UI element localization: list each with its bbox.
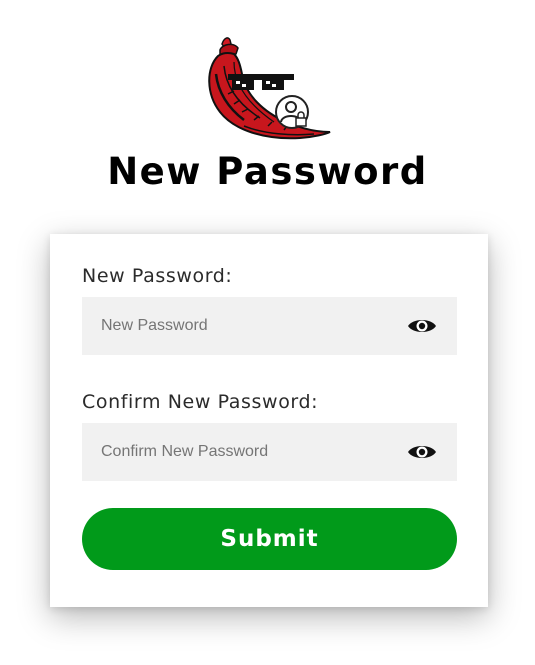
eye-icon[interactable] — [407, 442, 437, 462]
new-password-field-container — [82, 297, 457, 355]
new-password-input[interactable] — [82, 297, 392, 355]
password-form-card: New Password: Confirm New Password: Subm… — [50, 234, 488, 607]
eye-icon[interactable] — [407, 316, 437, 336]
confirm-password-field-container — [82, 423, 457, 481]
page-title: New Password — [107, 150, 428, 193]
new-password-label: New Password: — [82, 265, 233, 287]
chili-pepper-logo-icon — [208, 37, 331, 140]
confirm-password-input[interactable] — [82, 423, 392, 481]
confirm-password-label: Confirm New Password: — [82, 391, 319, 413]
logo — [204, 34, 334, 142]
submit-button[interactable]: Submit — [82, 508, 457, 570]
